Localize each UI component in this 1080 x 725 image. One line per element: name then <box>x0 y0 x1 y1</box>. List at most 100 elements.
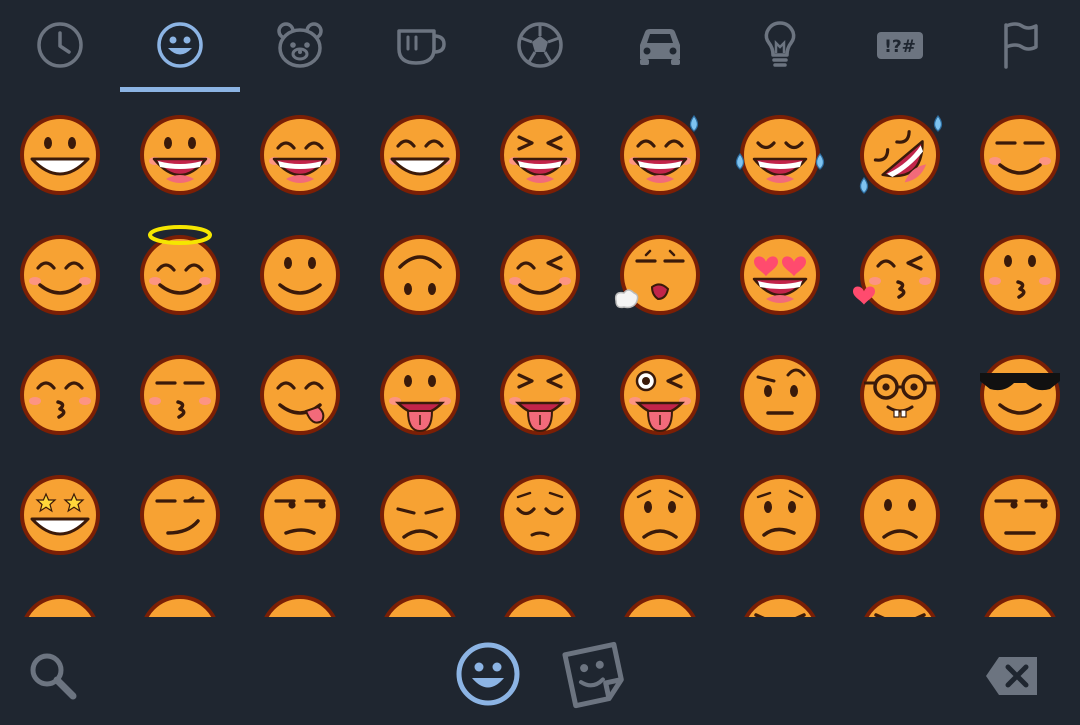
emoji-kissing-face[interactable] <box>960 215 1080 335</box>
emoji-persevering-face[interactable] <box>0 575 120 617</box>
unamused-face-icon <box>260 475 340 555</box>
emoji-disappointed-face[interactable] <box>360 455 480 575</box>
search-button[interactable] <box>27 650 79 702</box>
emoji-angry-face[interactable] <box>720 575 840 617</box>
backspace-button[interactable] <box>985 655 1039 697</box>
tab-food[interactable] <box>360 0 480 95</box>
emoji-kissing-face-closed-eyes[interactable] <box>120 335 240 455</box>
tired-face-icon <box>264 595 336 617</box>
emoji-zany-face[interactable] <box>600 335 720 455</box>
emoji-face-blowing-kiss[interactable] <box>840 215 960 335</box>
emoji-upside-down-face[interactable] <box>360 215 480 335</box>
emoji-grinning-face-sweat[interactable] <box>600 95 720 215</box>
expressionless-side-eye-icon <box>980 475 1060 555</box>
emoji-squinting-face-tongue[interactable] <box>480 335 600 455</box>
emoji-slightly-frowning-face[interactable] <box>840 455 960 575</box>
face-raised-eyebrow-icon <box>740 355 820 435</box>
emoji-nerd-face[interactable] <box>840 335 960 455</box>
emoji-confounded-face[interactable] <box>120 575 240 617</box>
bear-icon <box>277 21 323 68</box>
symbols-icon: !?# <box>877 31 923 59</box>
disappointed-face-icon <box>380 475 460 555</box>
emoji-confused-face[interactable] <box>720 455 840 575</box>
emoji-tired-face[interactable] <box>240 575 360 617</box>
emoji-grinning-face[interactable] <box>0 95 120 215</box>
bottom-bar <box>0 617 1080 725</box>
crying-face-icon <box>624 595 696 617</box>
emoji-mode-button[interactable] <box>455 641 521 707</box>
emoji-expressionless-side-eye[interactable] <box>960 455 1080 575</box>
emoji-slightly-smiling-face[interactable] <box>240 215 360 335</box>
weary-face-icon <box>384 595 456 617</box>
emoji-rolling-on-floor-laughing[interactable] <box>840 95 960 215</box>
kissing-face-smiling-eyes-icon <box>20 355 100 435</box>
grinning-squinting-face-icon <box>500 115 580 195</box>
tab-activity[interactable] <box>480 0 600 95</box>
emoji-face-tears-of-joy[interactable] <box>720 95 840 215</box>
emoji-pouting-face[interactable] <box>840 575 960 617</box>
tab-smileys[interactable] <box>120 0 240 95</box>
smiling-face-halo-icon <box>140 225 220 315</box>
pensive-face-icon <box>500 475 580 555</box>
emoji-exploding-head[interactable] <box>960 575 1080 617</box>
smiling-face-smiling-eyes-icon <box>980 115 1060 195</box>
flag-icon <box>1004 21 1038 69</box>
rolling-on-floor-laughing-icon <box>859 115 943 195</box>
emoji-smiling-face-halo[interactable] <box>120 215 240 335</box>
category-tabs: !?# <box>0 0 1080 95</box>
star-struck-icon <box>20 475 100 555</box>
emoji-pleading-face[interactable] <box>480 575 600 617</box>
emoji-pensive-face[interactable] <box>480 455 600 575</box>
search-icon <box>30 653 77 700</box>
smiling-face-heart-eyes-icon <box>740 235 820 315</box>
kissing-face-closed-eyes-icon <box>140 355 220 435</box>
emoji-grid <box>0 95 1080 617</box>
exploding-head-icon <box>984 595 1056 617</box>
active-tab-indicator <box>120 87 240 92</box>
emoji-face-savoring-food[interactable] <box>240 335 360 455</box>
emoji-smiling-face-heart-eyes[interactable] <box>720 215 840 335</box>
emoji-winking-face[interactable] <box>480 215 600 335</box>
car-icon <box>640 28 680 65</box>
sleepy-exhaling-face-icon <box>614 235 700 315</box>
squinting-face-tongue-icon <box>500 355 580 435</box>
tab-symbols[interactable]: !?# <box>840 0 960 95</box>
emoji-grinning-face-smiling-eyes[interactable] <box>240 95 360 215</box>
emoji-worried-face[interactable] <box>600 455 720 575</box>
emoji-face-with-tongue[interactable] <box>360 335 480 455</box>
angry-face-icon <box>744 595 816 617</box>
emoji-smiling-face-sunglasses[interactable] <box>960 335 1080 455</box>
persevering-face-icon <box>24 595 96 617</box>
tab-flags[interactable] <box>960 0 1080 95</box>
sticker-mode-button[interactable] <box>560 641 630 711</box>
tab-recent[interactable] <box>0 0 120 95</box>
grinning-face-icon <box>20 115 100 195</box>
clock-icon <box>37 21 83 68</box>
emoji-grinning-squinting-face[interactable] <box>480 95 600 215</box>
pouting-face-icon <box>864 595 936 617</box>
emoji-grinning-face-big-eyes[interactable] <box>120 95 240 215</box>
tab-objects[interactable] <box>720 0 840 95</box>
confused-face-icon <box>740 475 820 555</box>
tab-animals[interactable] <box>240 0 360 95</box>
smirking-face-icon <box>140 475 220 555</box>
zany-face-icon <box>620 355 700 435</box>
emoji-kissing-face-smiling-eyes[interactable] <box>0 335 120 455</box>
tab-travel[interactable] <box>600 0 720 95</box>
emoji-beaming-face[interactable] <box>360 95 480 215</box>
smiley-icon <box>157 21 203 68</box>
emoji-star-struck[interactable] <box>0 455 120 575</box>
cup-icon <box>397 28 446 65</box>
emoji-smiling-face-smiling-eyes[interactable] <box>960 95 1080 215</box>
emoji-weary-face[interactable] <box>360 575 480 617</box>
emoji-crying-face[interactable] <box>600 575 720 617</box>
emoji-smiling-face-blush[interactable] <box>0 215 120 335</box>
worried-face-icon <box>620 475 700 555</box>
emoji-face-raised-eyebrow[interactable] <box>720 335 840 455</box>
emoji-unamused-face[interactable] <box>240 455 360 575</box>
emoji-sleepy-exhaling-face[interactable] <box>600 215 720 335</box>
soccer-ball-icon <box>517 21 563 68</box>
smiley-icon <box>456 642 520 706</box>
emoji-smirking-face[interactable] <box>120 455 240 575</box>
upside-down-face-icon <box>380 235 460 315</box>
